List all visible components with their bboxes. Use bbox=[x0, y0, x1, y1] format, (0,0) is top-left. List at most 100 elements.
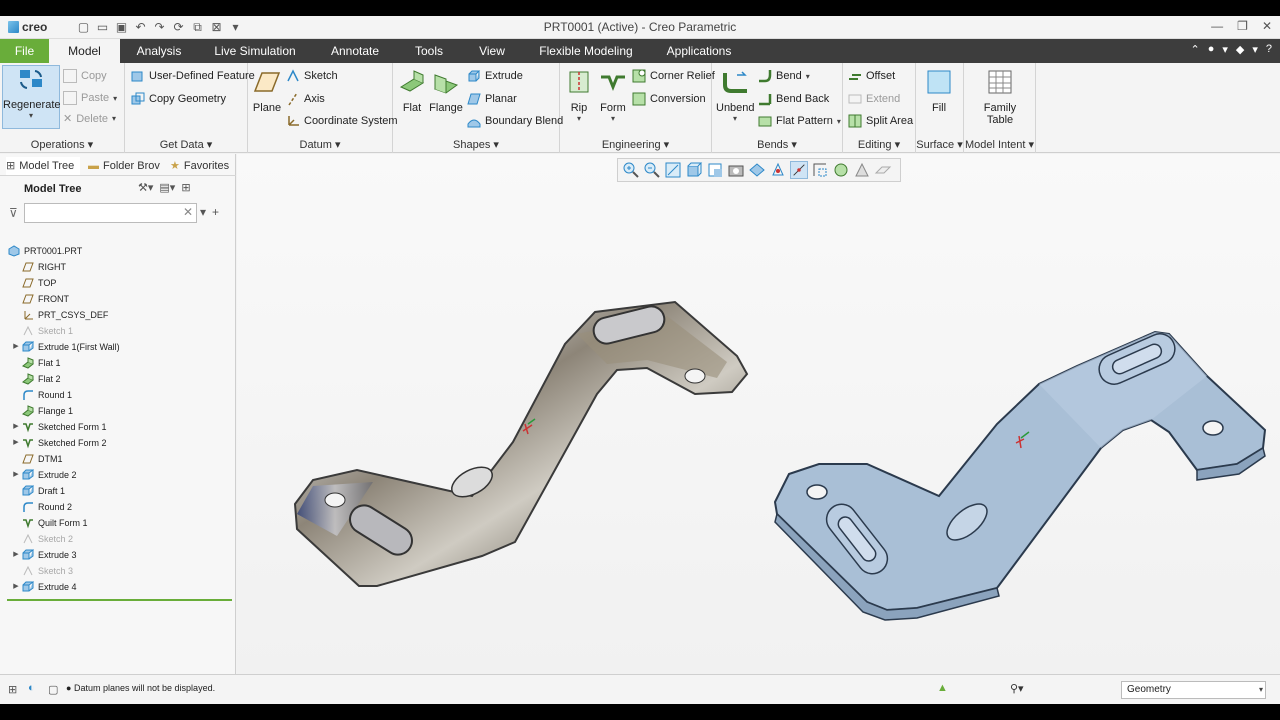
expand-arrow-icon[interactable]: ▶ bbox=[10, 547, 22, 563]
appearance-icon[interactable] bbox=[853, 161, 871, 179]
tree-node[interactable]: TOP bbox=[0, 275, 236, 291]
tree-node[interactable]: ▶ Sketched Form 1 bbox=[0, 419, 236, 435]
tree-node[interactable]: PRT0001.PRT bbox=[0, 243, 236, 259]
planar-button[interactable]: Planar bbox=[467, 92, 517, 106]
copy-geometry-button[interactable]: Copy Geometry bbox=[131, 92, 226, 106]
filter-icon[interactable]: ⊽ bbox=[9, 206, 18, 220]
paste-button[interactable]: Paste ▾ bbox=[63, 91, 117, 105]
operations-group-label[interactable]: Operations ▾ bbox=[0, 138, 124, 151]
tree-node[interactable]: ▶ Extrude 4 bbox=[0, 579, 236, 595]
minimize-ribbon-icon[interactable]: ⌃ bbox=[1190, 43, 1199, 56]
tree-node[interactable]: Flange 1 bbox=[0, 403, 236, 419]
tree-node[interactable]: ▶ Sketched Form 2 bbox=[0, 435, 236, 451]
tree-node[interactable]: RIGHT bbox=[0, 259, 236, 275]
minimize-icon[interactable]: — bbox=[1211, 19, 1223, 33]
bend-button[interactable]: Bend ▾ bbox=[758, 69, 810, 83]
clear-search-icon[interactable]: ✕ bbox=[183, 205, 193, 219]
tree-node[interactable]: Sketch 2 bbox=[0, 531, 236, 547]
tab-view[interactable]: View bbox=[470, 39, 514, 63]
engineering-group-label[interactable]: Engineering ▾ bbox=[560, 138, 711, 151]
tab-folder-browser[interactable]: ▬ Folder Brov bbox=[88, 157, 160, 175]
tree-filters-icon[interactable]: ⊞ bbox=[181, 181, 190, 194]
axis-button[interactable]: Axis bbox=[286, 92, 325, 106]
expand-arrow-icon[interactable]: ▶ bbox=[10, 339, 22, 355]
restore-icon[interactable]: ❐ bbox=[1237, 19, 1248, 33]
full-screen-icon[interactable]: ▢ bbox=[48, 683, 58, 696]
repaint-icon[interactable] bbox=[685, 161, 703, 179]
tab-favorites[interactable]: ★ Favorites bbox=[170, 157, 232, 175]
tree-node[interactable]: FRONT bbox=[0, 291, 236, 307]
offset-button[interactable]: Offset bbox=[848, 69, 895, 83]
tree-node[interactable]: Draft 1 bbox=[0, 483, 236, 499]
rip-button[interactable]: Rip ▾ bbox=[564, 69, 594, 123]
extend-button[interactable]: Extend bbox=[848, 92, 900, 106]
tab-flexible-modeling[interactable]: Flexible Modeling bbox=[533, 39, 639, 63]
tree-node[interactable]: Round 1 bbox=[0, 387, 236, 403]
split-area-button[interactable]: Split Area bbox=[848, 114, 913, 128]
flat-button[interactable]: Flat bbox=[397, 69, 427, 114]
tree-node[interactable]: ▶ Extrude 1(First Wall) bbox=[0, 339, 236, 355]
tab-analysis[interactable]: Analysis bbox=[126, 39, 192, 63]
tree-node[interactable]: Flat 2 bbox=[0, 371, 236, 387]
add-filter-icon[interactable]: + bbox=[212, 205, 219, 219]
expand-arrow-icon[interactable]: ▶ bbox=[10, 435, 22, 451]
insert-indicator[interactable] bbox=[7, 599, 232, 601]
tab-tools[interactable]: Tools bbox=[405, 39, 453, 63]
browser-toggle-icon[interactable]: ◐ bbox=[28, 682, 35, 694]
extrude-button[interactable]: Extrude bbox=[467, 69, 523, 83]
settings-dropdown-icon[interactable]: ▾ bbox=[1252, 43, 1258, 56]
help-icon[interactable]: ? bbox=[1266, 43, 1272, 56]
datum-display-icon[interactable] bbox=[811, 161, 829, 179]
tab-annotate[interactable]: Annotate bbox=[320, 39, 390, 63]
plane-button[interactable]: Plane bbox=[252, 69, 282, 114]
bends-group-label[interactable]: Bends ▾ bbox=[712, 138, 842, 151]
perspective-icon[interactable] bbox=[769, 161, 787, 179]
find-icon[interactable]: ⚲▾ bbox=[1010, 682, 1024, 695]
tree-node[interactable]: Flat 1 bbox=[0, 355, 236, 371]
fill-button[interactable]: Fill bbox=[924, 69, 954, 114]
learning-icon[interactable]: ◆ bbox=[1236, 43, 1244, 56]
expand-arrow-icon[interactable]: ▶ bbox=[10, 419, 22, 435]
shaded-sheetmetal-part[interactable] bbox=[767, 324, 1277, 624]
graphics-window[interactable] bbox=[237, 154, 1280, 674]
tree-node[interactable]: ▶ Extrude 3 bbox=[0, 547, 236, 563]
tree-columns-icon[interactable]: ▤▾ bbox=[159, 181, 175, 194]
saved-views-icon[interactable] bbox=[727, 161, 745, 179]
expand-arrow-icon[interactable]: ▶ bbox=[10, 579, 22, 595]
search-dropdown-icon[interactable]: ▾ bbox=[200, 205, 206, 219]
tree-node[interactable]: PRT_CSYS_DEF bbox=[0, 307, 236, 323]
form-button[interactable]: Form ▾ bbox=[596, 69, 630, 123]
tree-settings-icon[interactable]: ⚒▾ bbox=[138, 181, 153, 194]
view-manager-icon[interactable] bbox=[748, 161, 766, 179]
tree-node[interactable]: Sketch 1 bbox=[0, 323, 236, 339]
delete-button[interactable]: ✕ Delete ▾ bbox=[63, 112, 116, 126]
flange-button[interactable]: Flange bbox=[429, 69, 463, 114]
copy-button[interactable]: Copy bbox=[63, 69, 107, 83]
datum-group-label[interactable]: Datum ▾ bbox=[248, 138, 392, 151]
editing-group-label[interactable]: Editing ▾ bbox=[843, 138, 915, 151]
help-dropdown-icon[interactable]: ▾ bbox=[1222, 43, 1228, 56]
family-table-button[interactable]: Family Table bbox=[978, 69, 1022, 126]
annotation-display-icon[interactable] bbox=[832, 161, 850, 179]
section-icon[interactable] bbox=[874, 161, 892, 179]
tab-live-simulation[interactable]: Live Simulation bbox=[206, 39, 304, 63]
flat-pattern-button[interactable]: Flat Pattern ▾ bbox=[758, 114, 841, 128]
boundary-blend-button[interactable]: Boundary Blend bbox=[467, 114, 563, 128]
coordinate-system-button[interactable]: Coordinate System bbox=[286, 114, 398, 128]
tree-node[interactable]: Quilt Form 1 bbox=[0, 515, 236, 531]
bend-back-button[interactable]: Bend Back bbox=[758, 92, 829, 106]
rendered-sheetmetal-part[interactable] bbox=[277, 274, 777, 604]
tree-node[interactable]: Round 2 bbox=[0, 499, 236, 515]
refit-icon[interactable] bbox=[664, 161, 682, 179]
conversion-button[interactable]: Conversion bbox=[632, 92, 706, 106]
model-intent-group-label[interactable]: Model Intent ▾ bbox=[964, 138, 1035, 151]
model-tree-search-input[interactable]: ✕ bbox=[24, 203, 197, 223]
shapes-group-label[interactable]: Shapes ▾ bbox=[393, 138, 559, 151]
selection-filter-select[interactable]: Geometry ▾ bbox=[1121, 681, 1266, 699]
tree-node[interactable]: DTM1 bbox=[0, 451, 236, 467]
regenerate-button[interactable]: Regenerate ▾ bbox=[2, 65, 61, 129]
unbend-button[interactable]: Unbend ▾ bbox=[716, 69, 755, 123]
tree-node[interactable]: Sketch 3 bbox=[0, 563, 236, 579]
navigator-toggle-icon[interactable]: ⊞ bbox=[8, 683, 17, 696]
tab-model-tree[interactable]: ⊞ Model Tree bbox=[6, 157, 80, 175]
